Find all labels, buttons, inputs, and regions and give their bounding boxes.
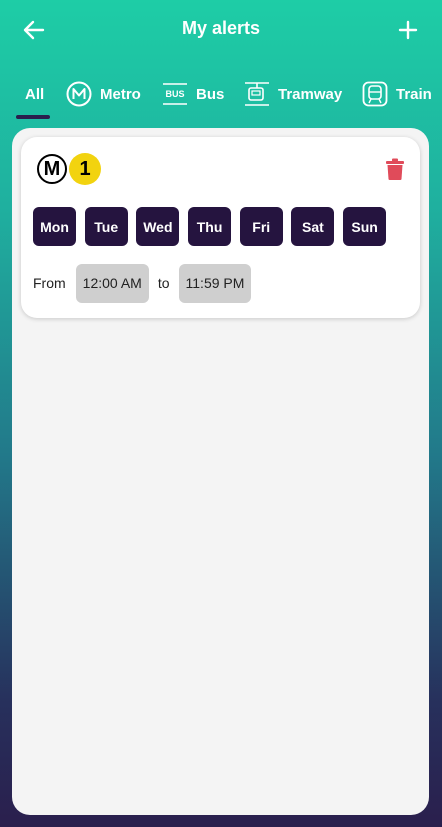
page-title: My alerts	[181, 18, 261, 38]
from-time-picker[interactable]: 12:00 AM	[75, 263, 149, 303]
to-time-picker[interactable]: 11:59 PM	[178, 263, 252, 303]
back-button[interactable]	[18, 14, 50, 46]
line-badge: 1	[69, 153, 101, 185]
day-sun[interactable]: Sun	[343, 207, 387, 246]
day-sat[interactable]: Sat	[291, 207, 335, 246]
day-fri[interactable]: Fri	[239, 207, 283, 246]
delete-button[interactable]	[384, 157, 406, 181]
metro-logo-icon: M	[37, 154, 67, 184]
metro-icon	[66, 81, 92, 107]
bus-icon: BUS	[162, 82, 188, 106]
day-mon[interactable]: Mon	[33, 207, 76, 246]
tab-bus[interactable]: BUS Bus	[162, 74, 224, 114]
transport-tabs: All Metro BUS Bus Tramway Train	[0, 74, 442, 122]
add-alert-button[interactable]	[392, 14, 424, 46]
day-thu[interactable]: Thu	[188, 207, 232, 246]
tab-label: Train	[396, 85, 432, 103]
svg-text:BUS: BUS	[165, 89, 184, 99]
tab-train[interactable]: Train	[362, 74, 432, 114]
tab-selected-indicator	[16, 115, 50, 119]
plus-icon	[398, 20, 418, 40]
line-identifier: M 1	[37, 153, 101, 185]
day-wed[interactable]: Wed	[136, 207, 180, 246]
tab-label: Tramway	[278, 85, 343, 103]
tab-metro[interactable]: Metro	[66, 74, 141, 114]
top-bar: My alerts	[0, 0, 442, 60]
tab-label: All	[25, 85, 45, 103]
day-selector: Mon Tue Wed Thu Fri Sat Sun	[33, 207, 395, 246]
tab-all[interactable]: All	[25, 74, 44, 114]
train-icon	[362, 81, 388, 107]
tramway-icon	[244, 81, 270, 107]
tab-tramway[interactable]: Tramway	[244, 74, 342, 114]
time-range: From 12:00 AM to 11:59 PM	[33, 263, 252, 303]
alert-card: M 1 Mon Tue Wed Thu Fri Sat Sun From 12:…	[21, 137, 420, 318]
tab-label: Metro	[100, 85, 141, 103]
tab-label: Bus	[196, 85, 225, 103]
from-label: From	[33, 275, 66, 291]
day-tue[interactable]: Tue	[84, 207, 128, 246]
to-label: to	[157, 275, 170, 291]
arrow-left-icon	[23, 20, 45, 40]
trash-icon	[386, 158, 404, 180]
